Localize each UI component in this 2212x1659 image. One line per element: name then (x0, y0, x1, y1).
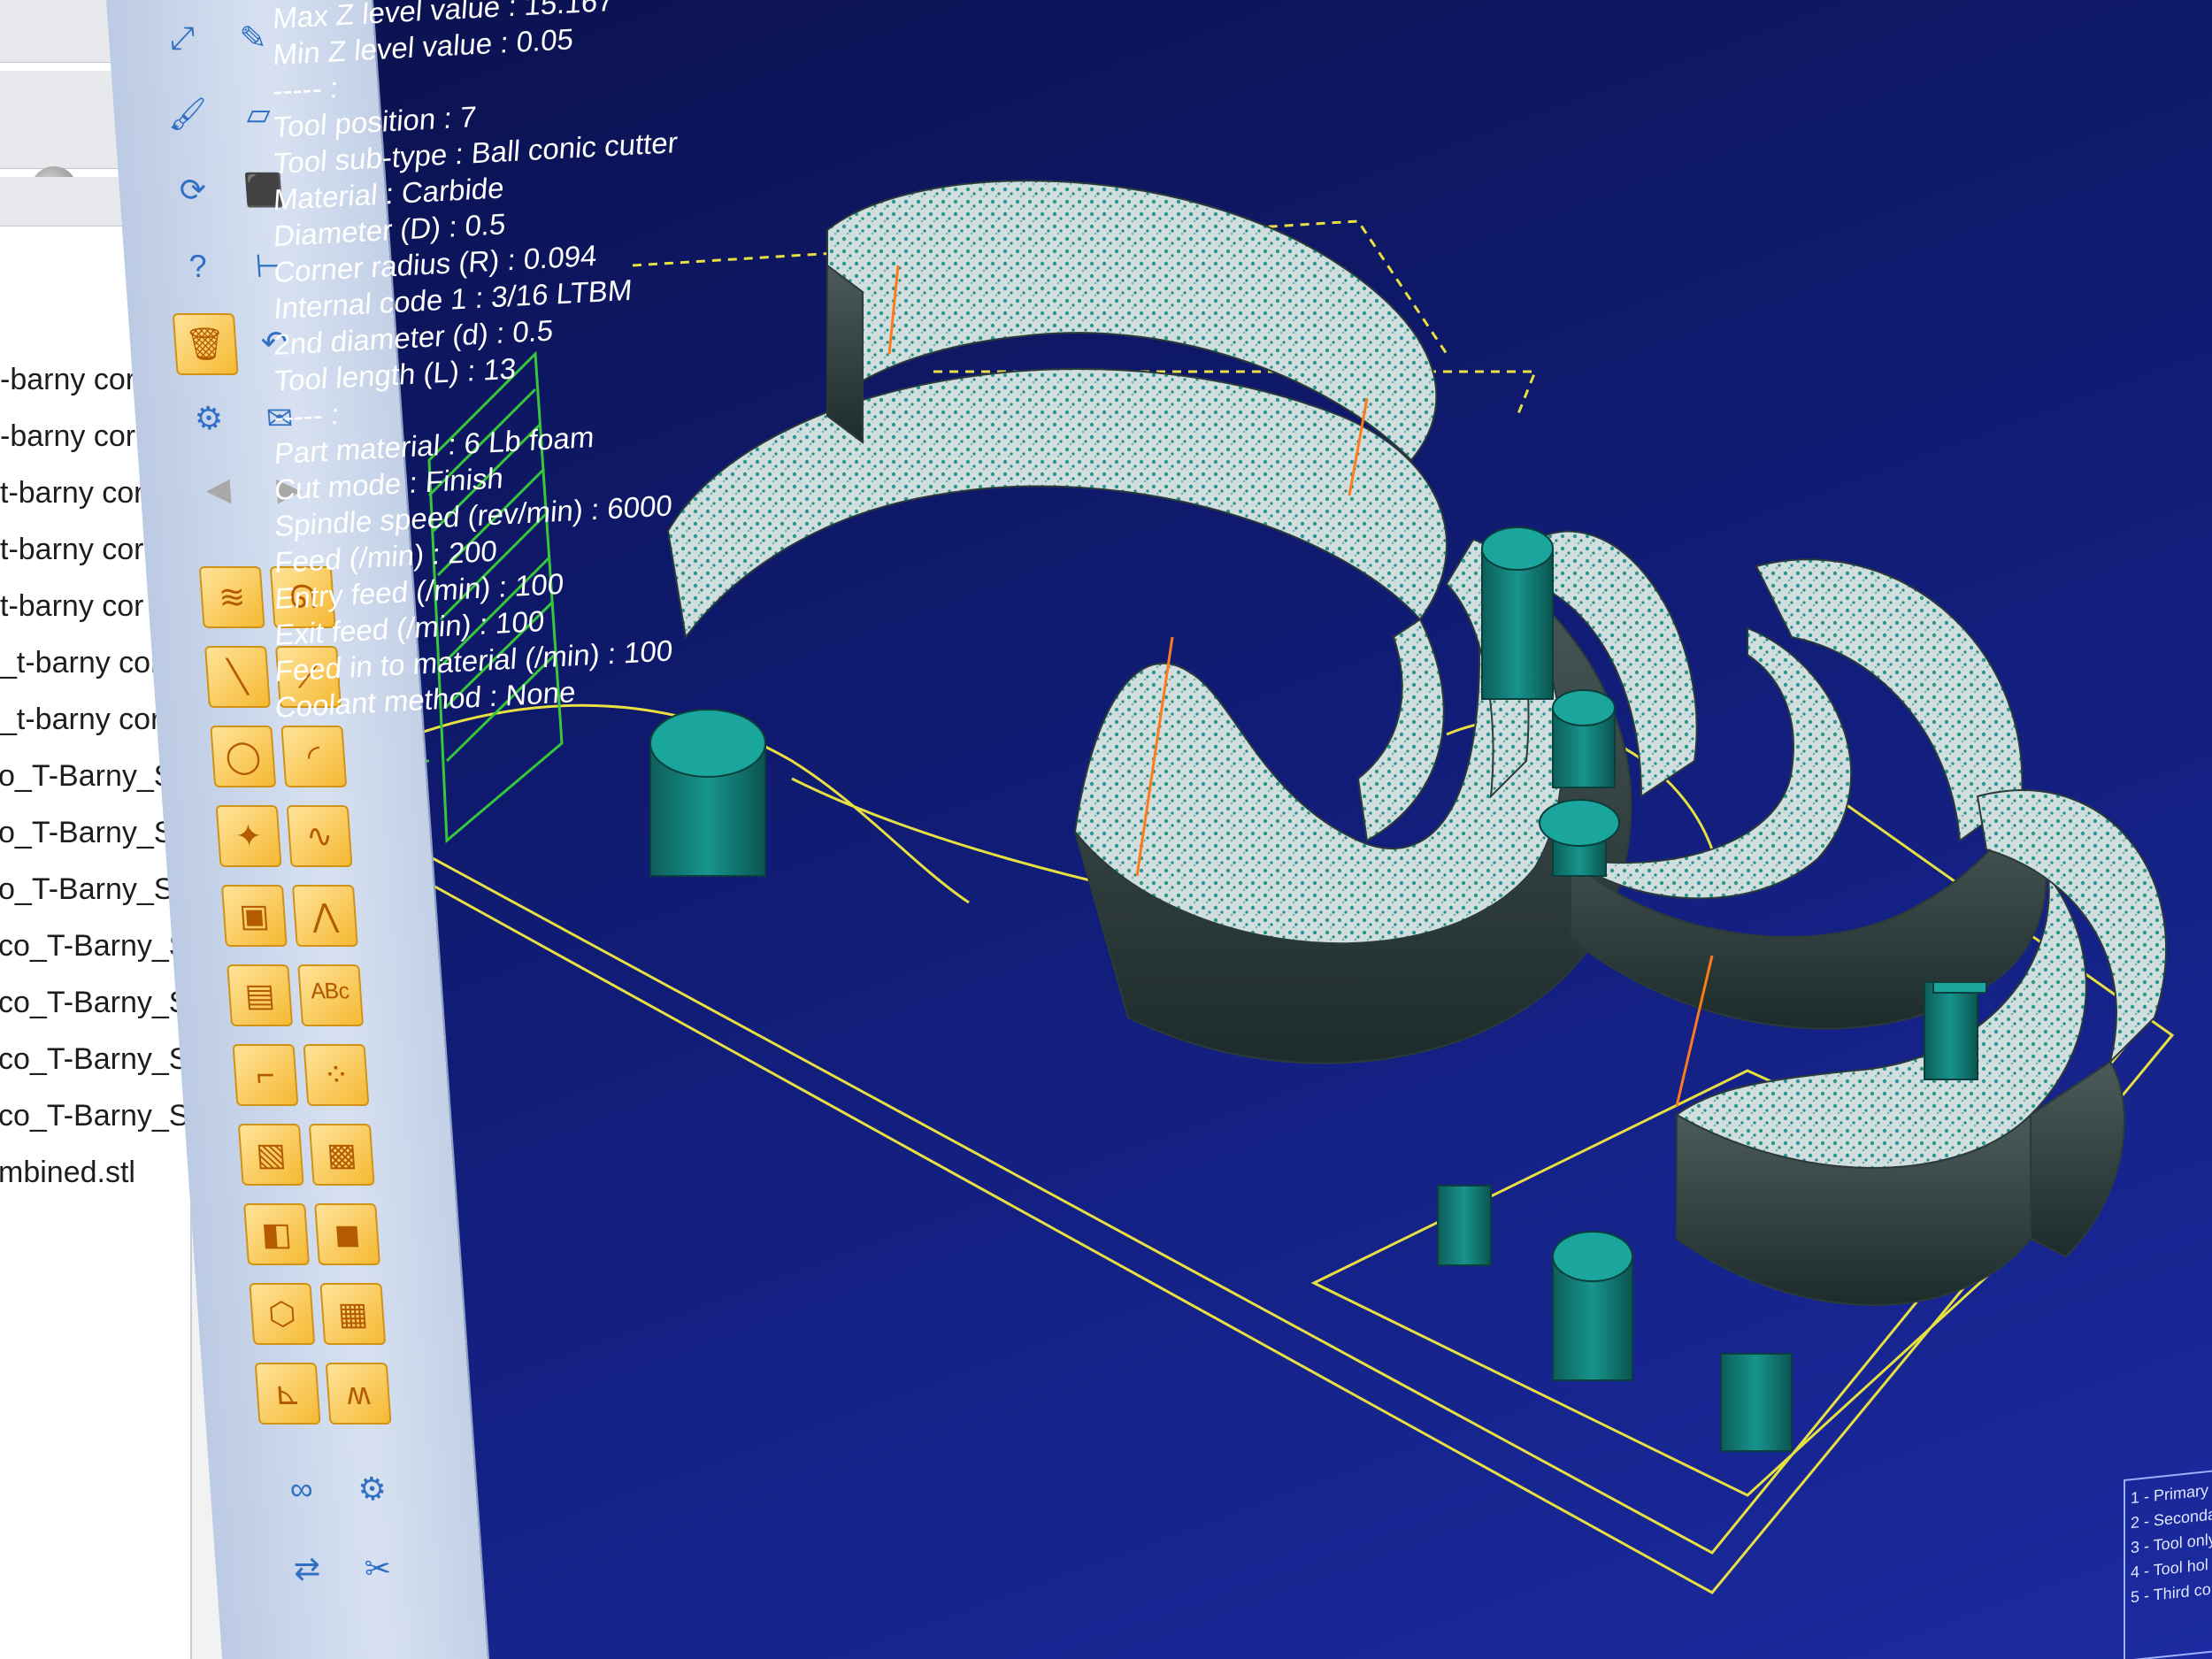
pillar-3 (1552, 689, 1616, 788)
link-icon[interactable]: ∞ (270, 1460, 333, 1518)
toolpath-legend: 1 - Primary co2 - Secondar3 - Tool only4… (2124, 1466, 2212, 1659)
solid-cube-icon[interactable]: ◼ (314, 1203, 380, 1265)
machine-icon[interactable]: ⚙ (178, 389, 241, 448)
grid-dots-icon[interactable]: ⁘ (303, 1044, 370, 1106)
file-list-item[interactable]: -barny cor (0, 419, 135, 454)
file-list-item[interactable]: co_T-Barny_S (0, 929, 188, 964)
delete-icon[interactable]: 🗑 (172, 313, 239, 375)
contour-icon[interactable]: ▣ (220, 885, 288, 947)
wave-icon[interactable]: ∿ (286, 805, 353, 867)
pillar-6 (1552, 1231, 1633, 1381)
arc-icon[interactable]: ◜ (280, 726, 348, 787)
pillar-5 (1437, 1185, 1492, 1266)
file-list-item[interactable]: t-barny cor (0, 476, 144, 511)
box-face-icon[interactable]: ◧ (243, 1203, 310, 1265)
help-icon[interactable]: ? (167, 237, 230, 296)
axis-icon[interactable]: ⊾ (254, 1363, 321, 1425)
pillar-8 (1924, 981, 1978, 1080)
file-list-item[interactable]: o_T-Barny_S (0, 759, 173, 794)
pillar-2 (1481, 526, 1554, 700)
step-icon[interactable]: ⌐ (232, 1044, 299, 1106)
text-abc-icon[interactable]: ᴬᴮᶜ (297, 964, 365, 1026)
blocks-icon[interactable]: ▦ (319, 1283, 387, 1345)
tool-icon[interactable]: ✂ (347, 1540, 410, 1598)
file-list-item[interactable]: co_T-Barny_S (0, 1042, 188, 1077)
file-list-item[interactable]: o_T-Barny_S (0, 872, 173, 907)
cube-wire-icon[interactable]: ⬡ (249, 1283, 316, 1345)
settings-icon[interactable]: ⚙ (341, 1460, 403, 1518)
file-list-item[interactable]: _t-barny cor (0, 646, 160, 680)
mesh-icon[interactable]: ▩ (308, 1124, 375, 1186)
file-list-item[interactable]: _t-barny cor (0, 703, 160, 737)
pillar-1 (649, 709, 766, 877)
file-list-item[interactable]: t-barny cor (0, 533, 144, 567)
file-list-item[interactable]: -barny cor (0, 363, 135, 397)
diagonal-hatch-icon[interactable]: ▧ (237, 1124, 304, 1186)
magenta-path-icon[interactable]: ʍ (325, 1363, 392, 1425)
pillar-9 (1932, 981, 1987, 994)
app-window: -barny cor -barny cor t-barny cor t-barny c… (0, 0, 2212, 1659)
file-list-item[interactable]: o_T-Barny_S (0, 816, 173, 850)
measure-icon[interactable]: ⤢ (151, 9, 214, 67)
transform-icon[interactable]: ⇄ (276, 1540, 339, 1598)
circle-icon[interactable]: ◯ (210, 726, 277, 787)
hatch-icon[interactable]: ▤ (227, 964, 294, 1026)
peak-icon[interactable]: ⋀ (291, 885, 358, 947)
file-list-item[interactable]: t-barny cor (0, 589, 144, 624)
pillar-7 (1720, 1353, 1793, 1452)
paint-icon[interactable]: 🖌 (157, 85, 219, 143)
file-list-item[interactable]: co_T-Barny_S (0, 986, 188, 1020)
file-list-item[interactable]: mbined.stl (0, 1156, 135, 1190)
refresh-icon[interactable]: ⟳ (162, 161, 225, 219)
tool-info-panel: Max Z level value : 15.167 Min Z level va… (224, 0, 1071, 728)
file-list-item[interactable]: co_T-Barny_S (0, 1099, 188, 1133)
point-icon[interactable]: ✦ (215, 805, 282, 867)
